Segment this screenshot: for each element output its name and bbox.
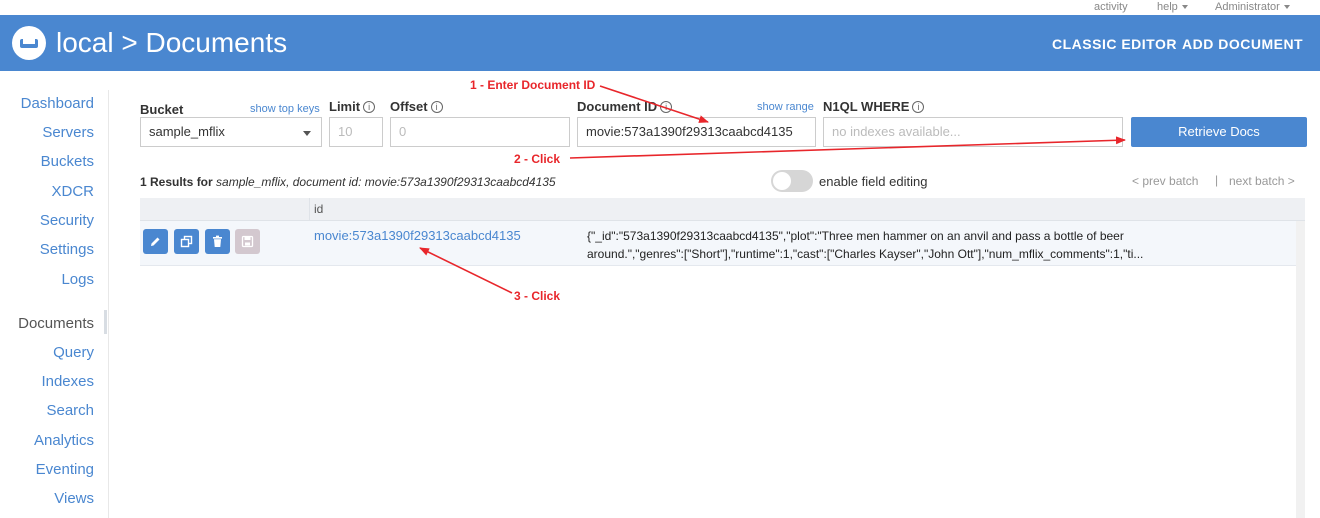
results-bucket: sample_mflix [216, 175, 287, 189]
sidebar-item-eventing[interactable]: Eventing [36, 460, 94, 480]
json-line: {"_id":"573a1390f29313caabcd4135","plot"… [587, 229, 1124, 243]
field-editing-label: enable field editing [819, 174, 928, 189]
document-json-preview[interactable]: {"_id":"573a1390f29313caabcd4135","plot"… [587, 227, 1247, 263]
sidebar-item-logs[interactable]: Logs [61, 270, 94, 290]
limit-label-text: Limit [329, 99, 361, 114]
delete-document-button[interactable] [205, 229, 230, 254]
sidebar-item-query[interactable]: Query [53, 343, 94, 363]
bucket-label: Bucket [140, 102, 184, 117]
document-id-label-text: Document ID [577, 99, 658, 114]
offset-label-text: Offset [390, 99, 428, 114]
user-label: Administrator [1215, 1, 1280, 13]
sidebar-item-indexes[interactable]: Indexes [41, 372, 94, 392]
annotation-step-3: 3 - Click [514, 289, 561, 303]
offset-label: Offset i [390, 99, 443, 115]
results-summary: 1 Results for sample_mflix, document id:… [140, 174, 556, 190]
chevron-down-icon [1283, 5, 1290, 10]
info-icon[interactable]: i [660, 101, 673, 113]
sidebar-item-security[interactable]: Security [40, 211, 94, 231]
results-doc-id: movie:573a1390f29313caabcd4135 [364, 175, 556, 189]
bucket-select[interactable]: sample_mflix [140, 117, 322, 147]
save-document-button[interactable] [235, 229, 260, 254]
sidebar-item-dashboard[interactable]: Dashboard [21, 94, 94, 114]
document-id-input[interactable]: movie:573a1390f29313caabcd4135 [577, 117, 816, 147]
sidebar-item-xdcr[interactable]: XDCR [51, 182, 94, 202]
column-header-id: id [314, 202, 324, 216]
show-range-link[interactable]: show range [757, 100, 814, 114]
next-batch-link[interactable]: next batch > [1229, 174, 1295, 188]
sidebar-item-analytics[interactable]: Analytics [34, 431, 94, 451]
active-nav-indicator [104, 310, 107, 334]
annotation-step-1: 1 - Enter Document ID [470, 78, 596, 92]
limit-input[interactable]: 10 [329, 117, 383, 147]
json-line: around.","genres":["Short"],"runtime":1,… [587, 247, 1144, 261]
app-header: local > Documents CLASSIC EDITOR ADD DOC… [0, 15, 1320, 71]
top-utility-bar: activity help Administrator [0, 0, 1320, 15]
retrieve-docs-button[interactable]: Retrieve Docs [1131, 117, 1307, 147]
help-menu[interactable]: help [1157, 0, 1188, 14]
add-document-button[interactable]: ADD DOCUMENT [1182, 36, 1303, 52]
copy-icon [180, 235, 193, 248]
pencil-icon [151, 237, 160, 246]
info-icon[interactable]: i [363, 101, 376, 113]
show-top-keys-link[interactable]: show top keys [250, 102, 320, 116]
couchbase-logo-icon [12, 26, 46, 60]
edit-document-button[interactable] [143, 229, 168, 254]
trash-icon [213, 235, 222, 247]
vertical-scrollbar[interactable] [1296, 221, 1305, 518]
sidebar-divider [108, 90, 109, 518]
sidebar-item-search[interactable]: Search [46, 401, 94, 421]
sidebar-item-documents[interactable]: Documents [18, 314, 94, 334]
save-icon [241, 235, 254, 248]
limit-label: Limit i [329, 99, 376, 115]
n1ql-where-input[interactable]: no indexes available... [823, 117, 1123, 147]
documents-page: activity help Administrator local > Docu… [0, 0, 1320, 518]
field-editing-toggle[interactable] [771, 170, 813, 192]
column-divider [309, 198, 310, 221]
page-title: local > Documents [56, 27, 288, 58]
info-icon[interactable]: i [430, 101, 443, 113]
n1ql-where-label: N1QL WHERE i [823, 99, 925, 115]
sidebar-item-settings[interactable]: Settings [40, 240, 94, 260]
batch-separator: | [1215, 173, 1219, 187]
copy-document-button[interactable] [174, 229, 199, 254]
sidebar-nav: Dashboard Servers Buckets XDCR Security … [0, 90, 110, 518]
annotation-step-2: 2 - Click [514, 152, 561, 166]
info-icon[interactable]: i [912, 101, 925, 113]
sidebar-item-views[interactable]: Views [54, 489, 94, 509]
document-id-link[interactable]: movie:573a1390f29313caabcd4135 [314, 228, 521, 244]
classic-editor-button[interactable]: CLASSIC EDITOR [1052, 36, 1177, 52]
offset-input[interactable]: 0 [390, 117, 570, 147]
bucket-select-value: sample_mflix [149, 124, 225, 139]
results-prefix: 1 Results for [140, 175, 217, 189]
sidebar-item-buckets[interactable]: Buckets [41, 152, 94, 172]
activity-link[interactable]: activity [1094, 0, 1128, 14]
sidebar-item-servers[interactable]: Servers [42, 123, 94, 143]
help-label: help [1157, 1, 1178, 13]
chevron-down-icon [303, 131, 311, 136]
user-menu[interactable]: Administrator [1215, 0, 1290, 14]
n1ql-where-label-text: N1QL WHERE [823, 99, 910, 114]
prev-batch-link[interactable]: < prev batch [1132, 174, 1198, 188]
results-middle: , document id: [286, 175, 365, 189]
document-id-label: Document ID i [577, 99, 673, 115]
chevron-down-icon [1181, 5, 1188, 10]
